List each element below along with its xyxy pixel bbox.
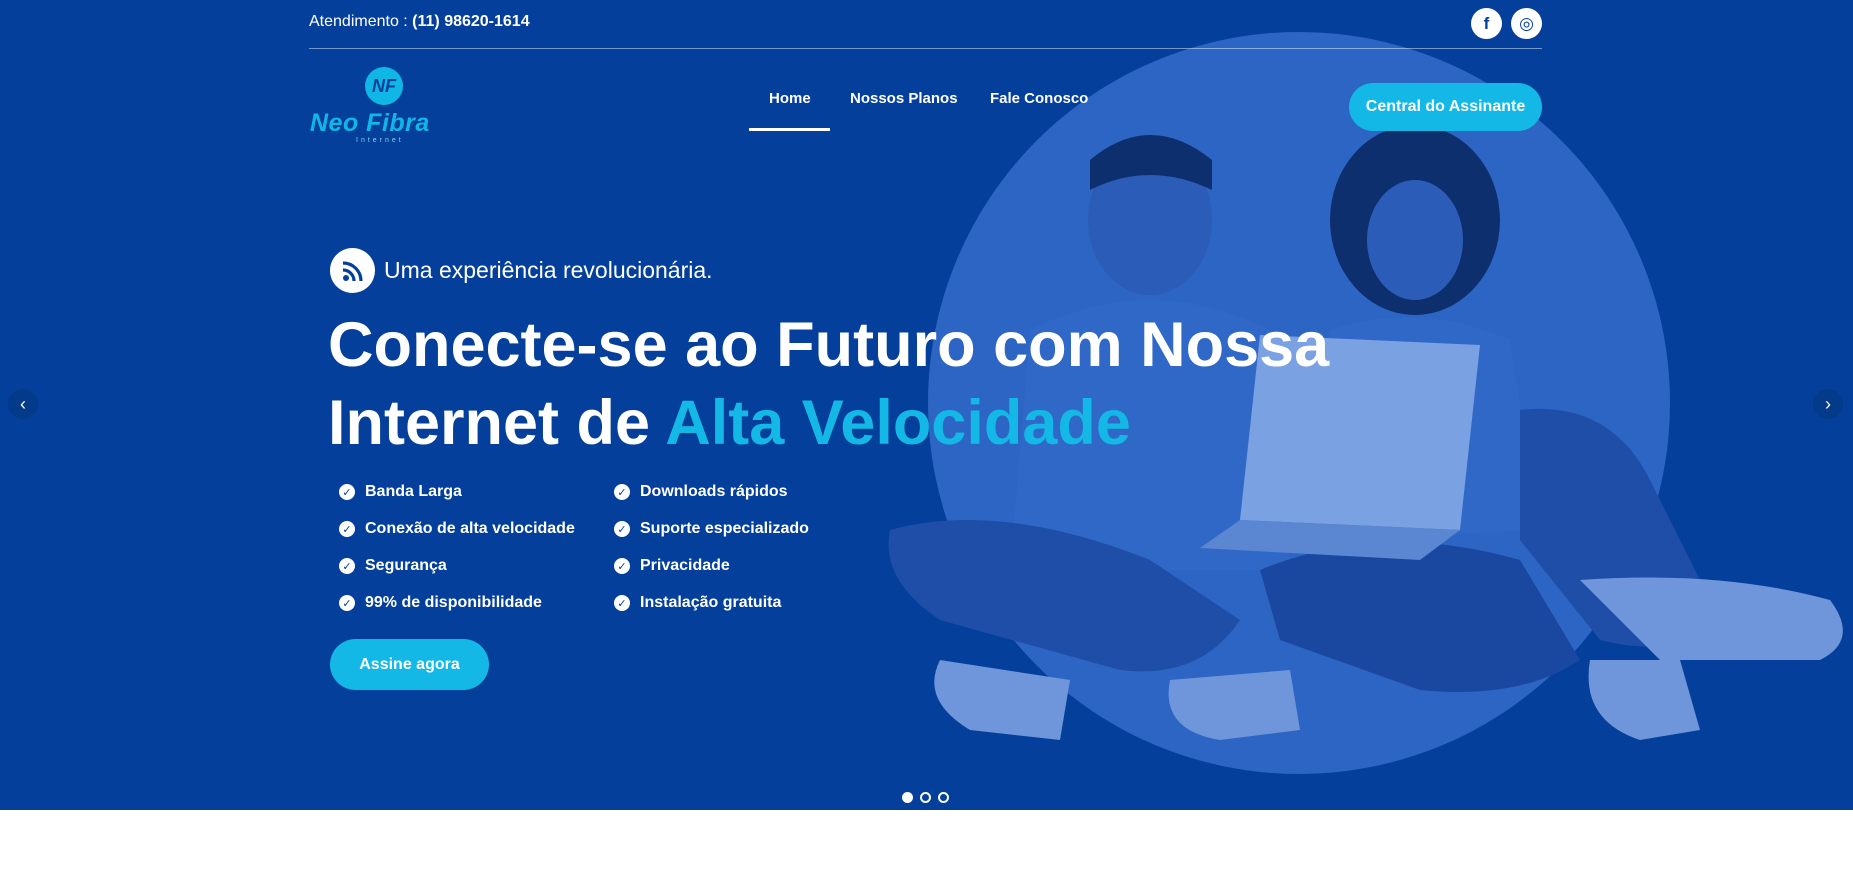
hero-section: Atendimento : (11) 98620-1614 f ◎ NF Neo…	[0, 0, 1853, 810]
check-icon: ✓	[614, 558, 630, 574]
atendimento-contact: Atendimento : (11) 98620-1614	[309, 13, 530, 31]
hero-tagline: Uma experiência revolucionária.	[330, 248, 713, 293]
hero-headline: Conecte-se ao Futuro com Nossa Internet …	[328, 306, 1329, 462]
instagram-icon[interactable]: ◎	[1511, 8, 1542, 39]
feature-item: ✓ Segurança	[339, 557, 447, 575]
central-do-assinante-button[interactable]: Central do Assinante	[1349, 83, 1542, 131]
feature-item: ✓ Instalação gratuita	[614, 594, 781, 612]
feature-item: ✓ Privacidade	[614, 557, 730, 575]
phone-number[interactable]: (11) 98620-1614	[412, 13, 529, 30]
check-icon: ✓	[339, 484, 355, 500]
logo[interactable]: NF Neo Fibra Internet	[309, 67, 464, 147]
feature-label: Suporte especializado	[640, 520, 809, 537]
top-bar: Atendimento : (11) 98620-1614 f ◎	[309, 0, 1542, 49]
slider-dot[interactable]	[938, 792, 949, 803]
feature-item: ✓ Downloads rápidos	[614, 483, 788, 501]
slider-pagination	[902, 792, 956, 803]
logo-mark: NF	[365, 67, 403, 105]
feature-item: ✓ Suporte especializado	[614, 520, 809, 538]
slider-prev-arrow-icon[interactable]: ‹	[8, 389, 38, 419]
slider-dot[interactable]	[902, 792, 913, 803]
nav-active-indicator	[749, 128, 830, 131]
feature-label: Privacidade	[640, 557, 730, 574]
facebook-icon[interactable]: f	[1471, 8, 1502, 39]
check-icon: ✓	[614, 521, 630, 537]
feature-label: Instalação gratuita	[640, 594, 782, 611]
nav-item-nossos-planos[interactable]: Nossos Planos	[850, 90, 958, 107]
content-section-start	[0, 810, 1853, 878]
logo-subtitle: Internet	[356, 137, 404, 144]
check-icon: ✓	[339, 521, 355, 537]
check-icon: ✓	[339, 595, 355, 611]
headline-accent: Alta Velocidade	[665, 388, 1131, 458]
check-icon: ✓	[614, 484, 630, 500]
logo-name: Neo Fibra	[310, 109, 430, 137]
nav-item-fale-conosco[interactable]: Fale Conosco	[990, 90, 1088, 107]
slider-next-arrow-icon[interactable]: ›	[1813, 389, 1843, 419]
slider-dot[interactable]	[920, 792, 931, 803]
nav-item-home[interactable]: Home	[769, 90, 811, 107]
headline-line-1: Conecte-se ao Futuro com Nossa	[328, 310, 1330, 380]
feature-label: Segurança	[365, 557, 447, 574]
feature-item: ✓ Banda Larga	[339, 483, 462, 501]
feature-label: 99% de disponibilidade	[365, 594, 542, 611]
feature-item: ✓ 99% de disponibilidade	[339, 594, 542, 612]
feature-label: Banda Larga	[365, 483, 462, 500]
rss-icon	[330, 248, 375, 293]
check-icon: ✓	[614, 595, 630, 611]
assine-agora-button[interactable]: Assine agora	[330, 639, 489, 690]
feature-label: Conexão de alta velocidade	[365, 520, 575, 537]
atendimento-label: Atendimento :	[309, 13, 413, 30]
headline-line-2: Internet de Alta Velocidade	[328, 384, 1329, 462]
headline-line-2-prefix: Internet de	[328, 388, 666, 458]
feature-label: Downloads rápidos	[640, 483, 788, 500]
check-icon: ✓	[339, 558, 355, 574]
tagline-text: Uma experiência revolucionária.	[384, 257, 713, 283]
feature-item: ✓ Conexão de alta velocidade	[339, 520, 575, 538]
